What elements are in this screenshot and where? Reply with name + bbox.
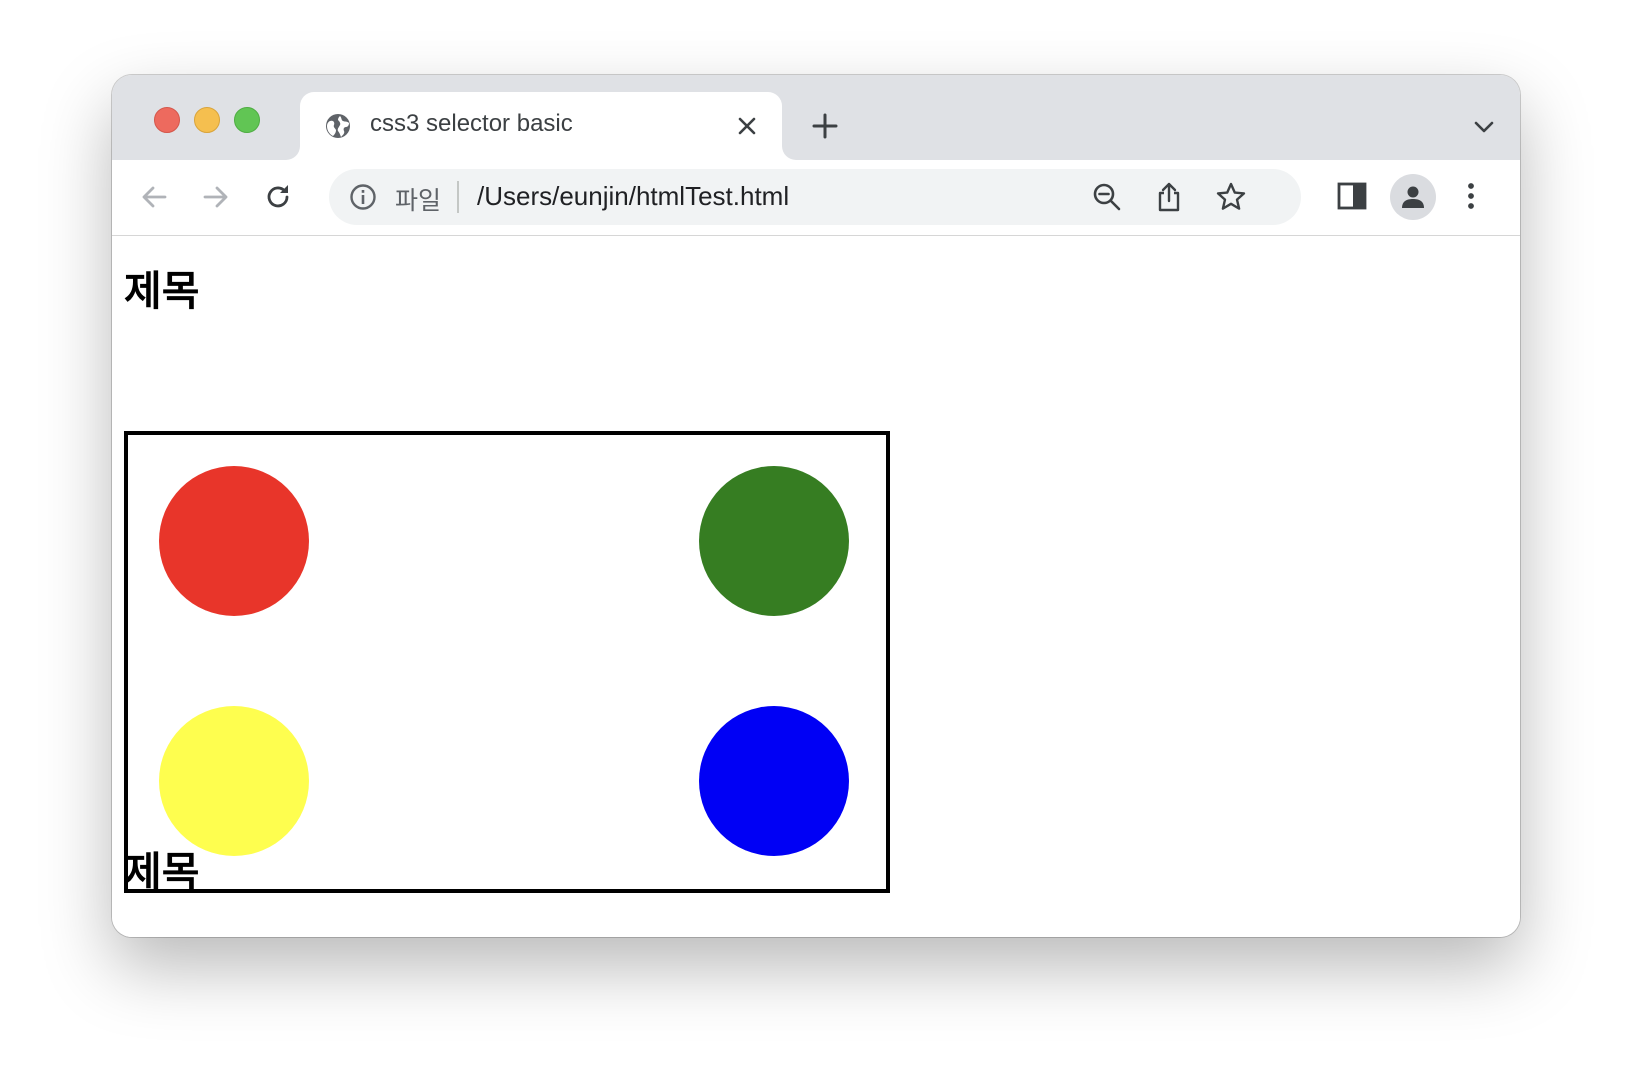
browser-tab-active[interactable]: css3 selector basic [300,92,782,160]
window-zoom-button[interactable] [234,107,260,133]
chevron-down-icon[interactable] [1472,115,1496,139]
tab-title: css3 selector basic [370,110,573,137]
red-circle [159,466,309,616]
page-heading: 제목 [124,267,200,315]
close-icon[interactable] [734,113,760,139]
star-icon[interactable] [1215,181,1247,213]
person-icon [1402,186,1424,208]
page-heading-bottom: 제목 [124,848,200,896]
plus-icon[interactable] [810,111,840,141]
share-icon[interactable] [1153,181,1185,213]
profile-button[interactable] [1390,174,1436,220]
tab-strip: css3 selector basic [112,75,1520,160]
window-minimize-button[interactable] [194,107,220,133]
kebab-menu-icon[interactable] [1453,178,1489,214]
yellow-circle [159,706,309,856]
browser-toolbar: 파일 /Users/eunjin/htmlTest.html [112,160,1520,236]
circle-container [124,431,890,893]
blue-circle [699,706,849,856]
globe-icon [324,112,352,140]
page-content: 제목 제목 [112,236,1520,937]
browser-window: css3 selector basic 파일 /Users/eunjin/htm… [112,75,1520,937]
zoom-out-icon[interactable] [1091,181,1123,213]
reload-icon[interactable] [261,180,295,214]
omnibox-divider [457,181,459,213]
url-text[interactable]: /Users/eunjin/htmlTest.html [477,181,789,212]
window-close-button[interactable] [154,107,180,133]
arrow-right-icon[interactable] [199,180,233,214]
info-icon[interactable] [349,183,377,211]
side-panel-icon[interactable] [1334,178,1370,214]
arrow-left-icon[interactable] [137,180,171,214]
address-bar[interactable]: 파일 /Users/eunjin/htmlTest.html [329,169,1301,225]
url-scheme-label: 파일 [395,187,442,215]
green-circle [699,466,849,616]
